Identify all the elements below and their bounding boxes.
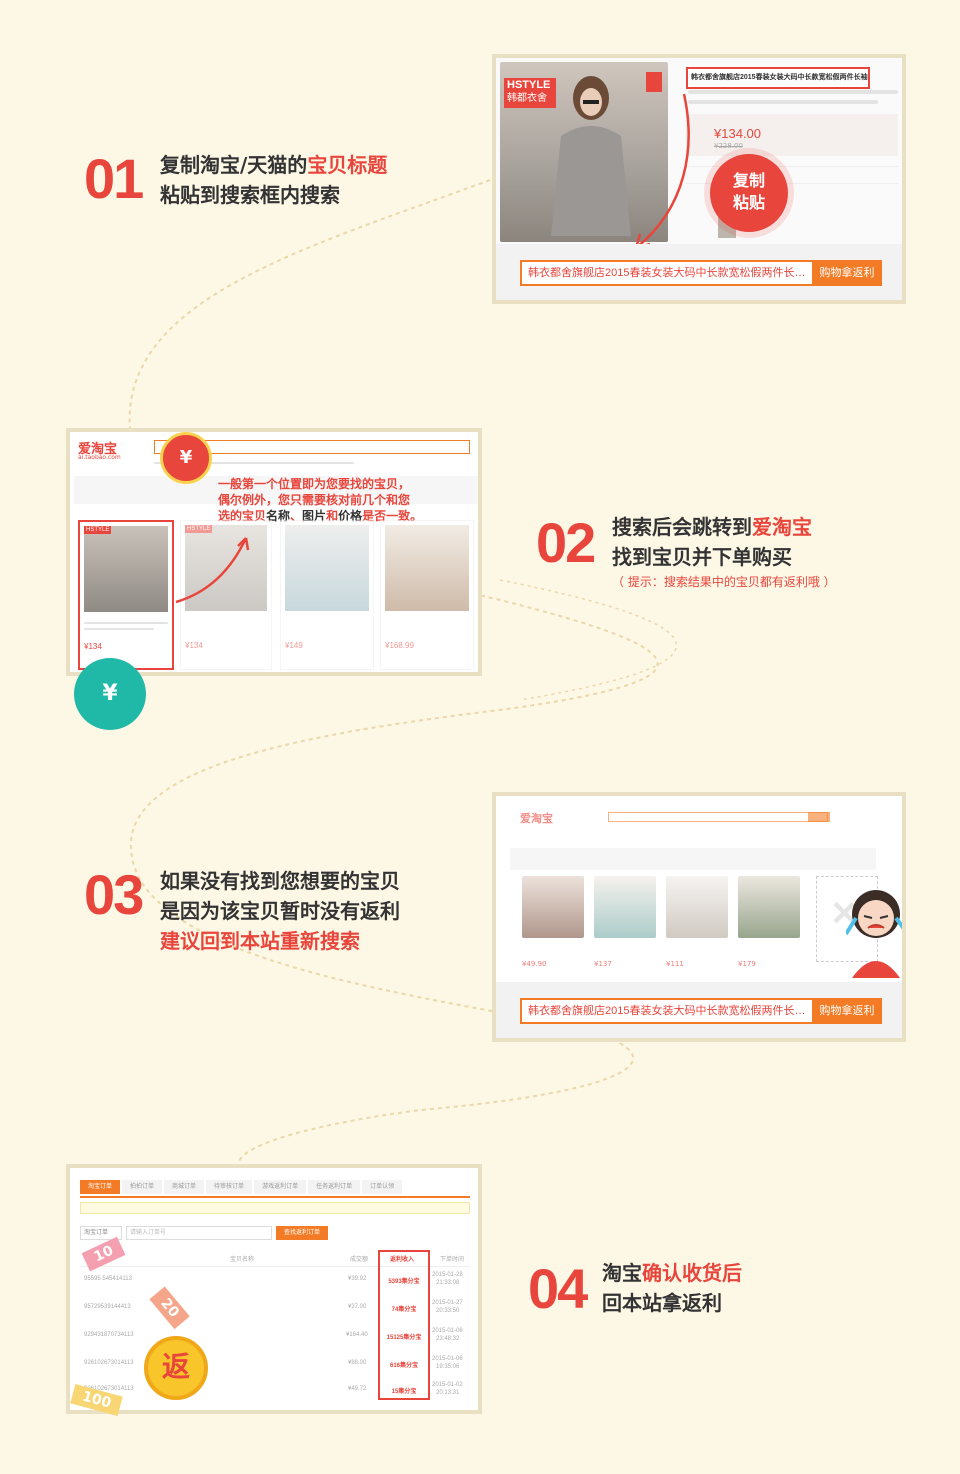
tab-game-orders[interactable]: 游戏返利订单	[254, 1180, 307, 1194]
note-line2: 偶尔例外，您只需要核对前几个和您	[218, 493, 411, 507]
step3-description: 如果没有找到您想要的宝贝 是因为该宝贝暂时没有返利 建议回到本站重新搜索	[160, 866, 400, 956]
rebate-coin-icon: 返	[144, 1336, 208, 1400]
product-card-1[interactable]: HSTYLE ¥134	[78, 520, 174, 670]
product-card-3[interactable]: ¥149	[280, 520, 374, 670]
tab-taobao-orders[interactable]: 淘宝订单	[80, 1180, 121, 1194]
product-card-4[interactable]: ¥168.99	[380, 520, 474, 670]
step4-screenshot: 淘宝订单 拍拍订单 商城订单 待审核订单 游戏返利订单 任务返利订单 订单认领 …	[66, 1164, 482, 1414]
row-id-2: 95729539144413	[84, 1304, 131, 1310]
card2-price: ¥134	[185, 641, 203, 650]
row-amount-1: ¥39.92	[348, 1276, 367, 1282]
row-time-1: 21:33:08	[436, 1280, 460, 1286]
arrow-icon	[175, 537, 250, 604]
step3-line1: 如果没有找到您想要的宝贝	[160, 869, 400, 893]
find-rebate-order-button[interactable]: 查找返利订单	[276, 1226, 328, 1240]
row-id-4: 926102673014113	[84, 1360, 134, 1366]
step2-description: 搜索后会跳转到爱淘宝 找到宝贝并下单购买 （ 提示：搜索结果中的宝贝都有返利哦 …	[612, 512, 836, 592]
brand-line1: HSTYLE	[507, 79, 551, 91]
step4-number: 04	[528, 1257, 588, 1320]
row-time-5: 20:13:31	[436, 1390, 460, 1396]
money-bag-icon: ¥	[74, 658, 146, 730]
product-title-highlight: 韩衣都舍旗舰店2015春装女装大码中长款宽松假两件长袖针织衫潮	[686, 67, 870, 89]
step2-number: 02	[536, 511, 596, 574]
rebate-search-button[interactable]: 购物拿返利	[812, 260, 882, 286]
row-amount-4: ¥88.00	[348, 1360, 367, 1366]
brand-line2: 韩都衣舍	[507, 93, 547, 104]
step2-screenshot: 爱淘宝 ai.taobao.com 一般第一个位置即为您要找的宝贝， 偶尔例外，…	[66, 428, 482, 676]
tab-mall-orders[interactable]: 商城订单	[164, 1180, 205, 1194]
tab-paipai-orders[interactable]: 拍拍订单	[122, 1180, 163, 1194]
step3-number: 03	[84, 863, 144, 926]
search-input[interactable]: 韩衣都舍旗舰店2015春装女装大码中长款宽松假两件长袖针织...	[520, 998, 812, 1024]
search-bar: 韩衣都舍旗舰店2015春装女装大码中长款宽松假两件长袖针织... 购物拿返利	[520, 998, 882, 1024]
row-date-2: 2015-01-27	[432, 1300, 463, 1306]
step1-line2: 粘贴到搜索框内搜索	[160, 183, 340, 207]
match-note: 一般第一个位置即为您要找的宝贝， 偶尔例外，您只需要核对前几个和您 选的宝贝名称…	[218, 476, 478, 524]
row-date-3: 2015-01-08	[432, 1328, 463, 1334]
card1-brand: HSTYLE	[84, 526, 112, 534]
row-id-3: 929431870734113	[84, 1332, 134, 1338]
card4-price: ¥168.99	[385, 641, 414, 650]
step4-line2: 回本站拿返利	[602, 1291, 722, 1315]
result-price-3: ¥111	[666, 960, 684, 968]
card3-price: ¥149	[285, 641, 303, 650]
result-price-4: ¥179	[738, 960, 756, 968]
rebate-cell-5: 15集分宝	[391, 1389, 417, 1395]
step1-number: 01	[84, 147, 144, 210]
step3-screenshot: 爱淘宝 ✕ ¥49.90 ¥137 ¥111 ¥179 韩衣都舍旗舰店2015春…	[492, 792, 906, 1042]
step2-hint: （ 提示：搜索结果中的宝贝都有返利哦 ）	[612, 575, 836, 589]
row-time-2: 20:33:50	[436, 1308, 460, 1314]
tab-task-orders[interactable]: 任务返利订单	[308, 1180, 361, 1194]
tab-claim-orders[interactable]: 订单认领	[362, 1180, 403, 1194]
search-bar: 韩衣都舍旗舰店2015春装女装大码中长款宽松假两件长袖针织... 购物拿返利	[520, 260, 882, 286]
step3-line3: 建议回到本站重新搜索	[160, 929, 360, 953]
col-time: 下单时间	[440, 1257, 465, 1263]
col-amount: 成交额	[350, 1257, 369, 1263]
search-input[interactable]: 韩衣都舍旗舰店2015春装女装大码中长款宽松假两件长袖针织...	[520, 260, 812, 286]
step4-line1-highlight: 确认收货后	[642, 1261, 742, 1285]
order-table: 宝贝名称 成交额 返利收入 下单时间 95595 545414113 ¥39.9…	[80, 1250, 470, 1400]
step1-description: 复制淘宝/天猫的宝贝标题 粘贴到搜索框内搜索	[160, 150, 387, 210]
note-line1: 一般第一个位置即为您要找的宝贝，	[218, 477, 411, 491]
rebate-cell-3: 15125集分宝	[386, 1335, 422, 1341]
order-number-input[interactable]: 请输入订单号	[126, 1226, 272, 1240]
step1-screenshot: HSTYLE 韩都衣舍 韩衣都舍旗舰店2015春装女装大码中长款宽松假两件长袖针…	[492, 54, 906, 304]
step2-line2: 找到宝贝并下单购买	[612, 545, 792, 569]
price-tag-icon: ¥	[160, 432, 212, 484]
arrow-icon	[634, 93, 690, 250]
row-time-4: 19:35:06	[436, 1364, 460, 1370]
rebate-column-highlight	[378, 1250, 430, 1400]
aitaobao-url: ai.taobao.com	[78, 454, 121, 461]
row-amount-3: ¥164.40	[346, 1332, 368, 1338]
step4-description: 淘宝确认收货后 回本站拿返利	[602, 1258, 742, 1318]
rebate-cell-4: 616集分宝	[389, 1363, 418, 1369]
aitaobao-logo: 爱淘宝	[520, 812, 553, 825]
step1-line1-prefix: 复制淘宝/天猫的	[160, 153, 308, 177]
row-amount-5: ¥49.72	[348, 1386, 367, 1392]
order-tabs: 淘宝订单 拍拍订单 商城订单 待审核订单 游戏返利订单 任务返利订单 订单认领	[80, 1180, 404, 1194]
row-id-1: 95595 545414113	[84, 1276, 132, 1282]
result-price-2: ¥137	[594, 960, 612, 968]
row-date-5: 2015-01-02	[432, 1382, 463, 1388]
rebate-cell-1: 5393集分宝	[388, 1279, 420, 1285]
row-amount-2: ¥37.00	[348, 1304, 367, 1310]
brand-tag: HSTYLE 韩都衣舍	[504, 78, 556, 108]
row-date-1: 2015-01-28	[432, 1272, 463, 1278]
crying-girl-icon	[846, 890, 902, 978]
step1-line1-highlight: 宝贝标题	[307, 153, 388, 177]
result-price-1: ¥49.90	[522, 960, 547, 968]
row-time-3: 23:48:32	[436, 1336, 460, 1342]
rebate-search-button[interactable]: 购物拿返利	[812, 998, 882, 1024]
step3-line2: 是因为该宝贝暂时没有返利	[160, 899, 400, 923]
card1-price: ¥134	[84, 642, 102, 651]
row-date-4: 2015-01-06	[432, 1356, 463, 1362]
tab-pending-orders[interactable]: 待审核订单	[206, 1180, 253, 1194]
col-name: 宝贝名称	[230, 1257, 255, 1263]
step2-line1-highlight: 爱淘宝	[752, 515, 812, 539]
step2-line1-prefix: 搜索后会跳转到	[612, 515, 752, 539]
rebate-cell-2: 74集分宝	[391, 1307, 417, 1313]
step4-line1-prefix: 淘宝	[602, 1261, 642, 1285]
